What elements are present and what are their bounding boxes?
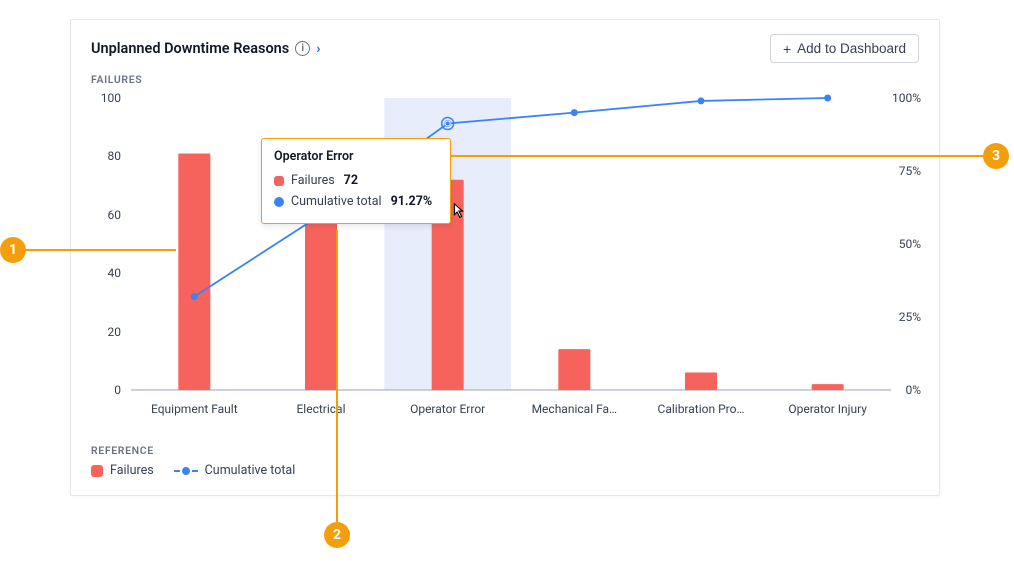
annotation-line-1 (26, 249, 176, 251)
annotation-callout-3: 3 (983, 143, 1009, 169)
y-right-tick: 75% (899, 164, 921, 178)
y-right-tick: 50% (899, 237, 921, 251)
x-tick: Operator Injury (788, 402, 867, 416)
y-left-tick: 60 (97, 208, 121, 222)
x-tick: Calibration Pro… (658, 402, 745, 416)
add-button-label: Add to Dashboard (797, 41, 906, 56)
y-left-tick: 20 (97, 325, 121, 339)
info-icon[interactable]: i (295, 41, 310, 56)
y-right-tick: 0% (905, 383, 921, 397)
reference-label: REFERENCE (91, 444, 919, 457)
legend-swatch-cumulative-icon (274, 197, 284, 207)
tooltip-title: Operator Error (274, 149, 436, 164)
x-tick: Mechanical Fa… (532, 402, 618, 416)
annotation-line-2 (336, 230, 338, 522)
tooltip-cumulative-label: Cumulative total (291, 191, 382, 212)
annotation-callout-2: 2 (324, 522, 350, 548)
add-to-dashboard-button[interactable]: + Add to Dashboard (770, 34, 919, 63)
legend: Failures Cumulative total (91, 463, 919, 478)
title-group: Unplanned Downtime Reasons i › (91, 40, 320, 57)
y-left-tick: 100 (97, 91, 121, 105)
chart-svg (91, 90, 921, 430)
chart-plot[interactable]: Operator Error Failures 72 Cumulative to… (91, 90, 919, 412)
annotation-line-3 (450, 155, 983, 157)
annotation-callout-1: 1 (0, 237, 26, 263)
legend-cumulative-label: Cumulative total (205, 463, 296, 478)
legend-swatch-failures-icon (274, 176, 284, 186)
chevron-right-icon[interactable]: › (316, 41, 320, 57)
y-left-tick: 0 (97, 383, 121, 397)
card-header: Unplanned Downtime Reasons i › + Add to … (71, 20, 939, 63)
tooltip-failures-label: Failures (291, 170, 335, 191)
legend-item-cumulative[interactable]: Cumulative total (174, 463, 296, 478)
x-tick: Equipment Fault (151, 402, 238, 416)
card-title: Unplanned Downtime Reasons (91, 40, 289, 57)
x-tick: Operator Error (410, 402, 485, 416)
chart-card: Unplanned Downtime Reasons i › + Add to … (70, 19, 940, 496)
tooltip-failures-value: 72 (344, 170, 358, 191)
y-left-tick: 40 (97, 266, 121, 280)
plus-icon: + (783, 42, 791, 56)
tooltip-cumulative-value: 91.27% (391, 191, 433, 212)
legend-item-failures[interactable]: Failures (91, 463, 154, 478)
y-axis-label: FAILURES (71, 63, 939, 86)
tooltip: Operator Error Failures 72 Cumulative to… (261, 138, 451, 224)
legend-failures-label: Failures (110, 463, 154, 478)
y-right-tick: 25% (899, 310, 921, 324)
square-swatch-icon (91, 465, 103, 477)
line-swatch-icon (174, 467, 198, 475)
y-right-tick: 100% (892, 91, 921, 105)
x-tick: Electrical (296, 402, 345, 416)
y-left-tick: 80 (97, 149, 121, 163)
